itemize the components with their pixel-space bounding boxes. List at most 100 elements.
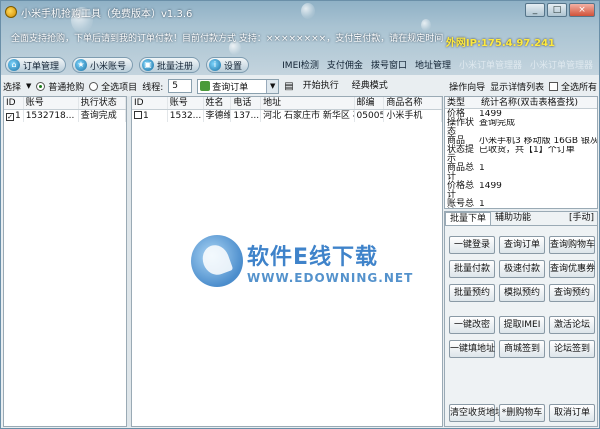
query-cart-button[interactable]: 查询购物车 xyxy=(549,236,595,254)
tab-assist[interactable]: 辅助功能 xyxy=(491,212,535,225)
cell-id-text: 1 xyxy=(15,111,21,121)
select-all-checkbox[interactable]: 全选所有 xyxy=(549,80,597,93)
fill-address-button[interactable]: 一键填地址 xyxy=(449,340,495,358)
query-coupon-button[interactable]: 查询优惠券 xyxy=(549,260,595,278)
link-address-manage[interactable]: 地址管理 xyxy=(415,58,451,71)
function-panel: 批量下单 辅助功能 [手动] 一键登录 查询订单 查询购物车 批量付款 极速付款… xyxy=(444,211,598,427)
manual-mode-label[interactable]: [手动] xyxy=(569,212,597,225)
table-row[interactable]: ✓ 1 1532718... 查询完成 xyxy=(4,110,126,122)
radio-label: 全选项目 xyxy=(101,82,138,93)
window-title: 小米手机抢购工具（免费版本）v1.3.6 xyxy=(21,8,193,20)
col-account[interactable]: 账号 xyxy=(24,97,79,109)
info-icon: i xyxy=(209,59,222,71)
cell-id: 1 xyxy=(132,110,168,122)
forum-checkin-button[interactable]: 论坛签到 xyxy=(549,340,595,358)
cell-account: 1532718... xyxy=(24,110,79,122)
cancel-order-button[interactable]: 取消订单 xyxy=(549,404,595,422)
close-button[interactable]: × xyxy=(569,3,595,17)
cell-phone: 137... xyxy=(231,110,262,122)
star-icon: ★ xyxy=(75,59,88,71)
threads-input[interactable]: 5 xyxy=(168,79,193,93)
table-row[interactable]: 1 1532... 李德维 137... 河北 石家庄市 新华区 石家庄新...… xyxy=(132,110,442,122)
col-id[interactable]: ID xyxy=(132,97,168,109)
table-header: ID 账号 姓名 电话 地址 邮编 商品名称 xyxy=(132,97,442,110)
col-stat-name[interactable]: 统计名称(双击表格查找) xyxy=(479,97,597,108)
action-select[interactable]: 查询订单 ▼ xyxy=(197,78,280,94)
link-pay-commission[interactable]: 支付佣金 xyxy=(327,58,363,71)
function-tabs: 批量下单 辅助功能 [手动] xyxy=(445,212,597,226)
checkbox-icon xyxy=(549,81,559,91)
account-table: ID 账号 执行状态 ✓ 1 1532718... 查询完成 xyxy=(3,96,127,427)
right-links: IMEI检测 支付佣金 拨号窗口 地址管理 小米订单管理器 小米订单管理器 xyxy=(282,58,593,71)
batch-pay-button[interactable]: 批量付款 xyxy=(449,260,495,278)
stat-row[interactable]: 状态提示 已收货，共【1】个订单 xyxy=(445,146,597,164)
stat-key: 操作状态 xyxy=(447,118,475,137)
home-icon: ⌂ xyxy=(8,59,20,71)
link-order-manager[interactable]: 小米订单管理器 xyxy=(459,58,522,71)
nav-label: 批量注册 xyxy=(157,61,194,72)
batch-reserve-button[interactable]: 批量预约 xyxy=(449,284,495,302)
stat-value: 1499 xyxy=(479,182,502,191)
clear-address-button[interactable]: 清空收货地址 xyxy=(449,404,504,422)
guide-link[interactable]: 操作向导 xyxy=(449,80,485,93)
col-product[interactable]: 商品名称 xyxy=(384,97,442,109)
main-nav: ⌂ 订单管理 ★ 小米账号 ▣ 批量注册 i 设置 xyxy=(5,57,250,73)
checkbox-checked-icon[interactable]: ✓ xyxy=(6,113,14,121)
radio-normal[interactable]: 普通抢购 xyxy=(36,80,84,93)
radio-all[interactable]: 全选项目 xyxy=(89,80,137,93)
chevron-down-icon[interactable]: ▼ xyxy=(26,82,31,90)
cell-zip: 050051 xyxy=(355,110,385,122)
col-zip[interactable]: 邮编 xyxy=(355,97,385,109)
cell-address: 河北 石家庄市 新华区 石家庄新... xyxy=(261,110,355,122)
stat-row[interactable]: 操作状态 查询完成 xyxy=(445,119,597,137)
stats-panel: 类型 统计名称(双击表格查找) 价格 1499 操作状态 查询完成 商品 小米手机3 … xyxy=(444,96,598,209)
nav-batch-register[interactable]: ▣ 批量注册 xyxy=(139,57,201,73)
extract-imei-button[interactable]: 提取IMEI xyxy=(499,316,545,334)
stat-row[interactable]: 商品总计 1 xyxy=(445,164,597,182)
activate-forum-button[interactable]: 激活论坛 xyxy=(549,316,595,334)
cell-name: 李德维 xyxy=(205,110,232,122)
col-id[interactable]: ID xyxy=(4,97,24,109)
query-reserve-button[interactable]: 查询预约 xyxy=(549,284,595,302)
stat-value: 小米手机3 移动版 16GB 银灰色 xyxy=(479,137,597,146)
col-phone[interactable]: 电话 xyxy=(231,97,262,109)
col-address[interactable]: 地址 xyxy=(261,97,355,109)
fast-pay-button[interactable]: 极速付款 xyxy=(499,260,545,278)
stat-key: 价格总计 xyxy=(447,181,475,200)
stat-value: 1499 xyxy=(479,110,502,119)
link-imei-check[interactable]: IMEI检测 xyxy=(282,58,319,71)
mall-checkin-button[interactable]: 商城签到 xyxy=(499,340,545,358)
tab-batch-order[interactable]: 批量下单 xyxy=(445,212,492,225)
checkbox-icon[interactable] xyxy=(134,111,142,119)
delete-cart-button[interactable]: *删购物车 xyxy=(499,404,545,422)
nav-settings[interactable]: i 设置 xyxy=(206,57,250,73)
one-click-login-button[interactable]: 一键登录 xyxy=(449,236,495,254)
action-select-value: 查询订单 xyxy=(212,82,249,93)
water-drop-decoration xyxy=(421,19,431,31)
nav-xiaomi-account[interactable]: ★ 小米账号 xyxy=(72,57,134,73)
water-drop-decoration xyxy=(301,3,315,19)
stat-row[interactable]: 价格总计 1499 xyxy=(445,182,597,200)
stat-value: 已收货，共【1】个订单 xyxy=(479,146,575,155)
detail-list-link[interactable]: 显示详情列表 xyxy=(490,80,544,93)
link-order-manager-2[interactable]: 小米订单管理器 xyxy=(530,58,593,71)
simulate-reserve-button[interactable]: 模拟预约 xyxy=(499,284,545,302)
stat-value: 1 xyxy=(479,200,485,209)
col-status[interactable]: 执行状态 xyxy=(79,97,126,109)
col-name[interactable]: 姓名 xyxy=(204,97,232,109)
stat-row[interactable]: 账号总计 1 xyxy=(445,200,597,209)
classic-mode-button[interactable]: 经典模式 xyxy=(348,79,392,94)
start-button[interactable]: 开始执行 xyxy=(299,79,343,94)
link-dial-window[interactable]: 拨号窗口 xyxy=(371,58,407,71)
query-order-button[interactable]: 查询订单 xyxy=(499,236,545,254)
minimize-button[interactable]: _ xyxy=(525,3,545,17)
cell-id-text: 1 xyxy=(143,111,149,121)
change-password-button[interactable]: 一键改密 xyxy=(449,316,495,334)
col-type[interactable]: 类型 xyxy=(445,97,479,108)
stat-key: 账号总计 xyxy=(447,199,475,209)
stat-value: 查询完成 xyxy=(479,119,516,128)
checkbox-label: 全选所有 xyxy=(560,82,597,93)
maximize-button[interactable]: □ xyxy=(547,3,567,17)
col-account[interactable]: 账号 xyxy=(168,97,204,109)
nav-order-manage[interactable]: ⌂ 订单管理 xyxy=(5,57,67,73)
